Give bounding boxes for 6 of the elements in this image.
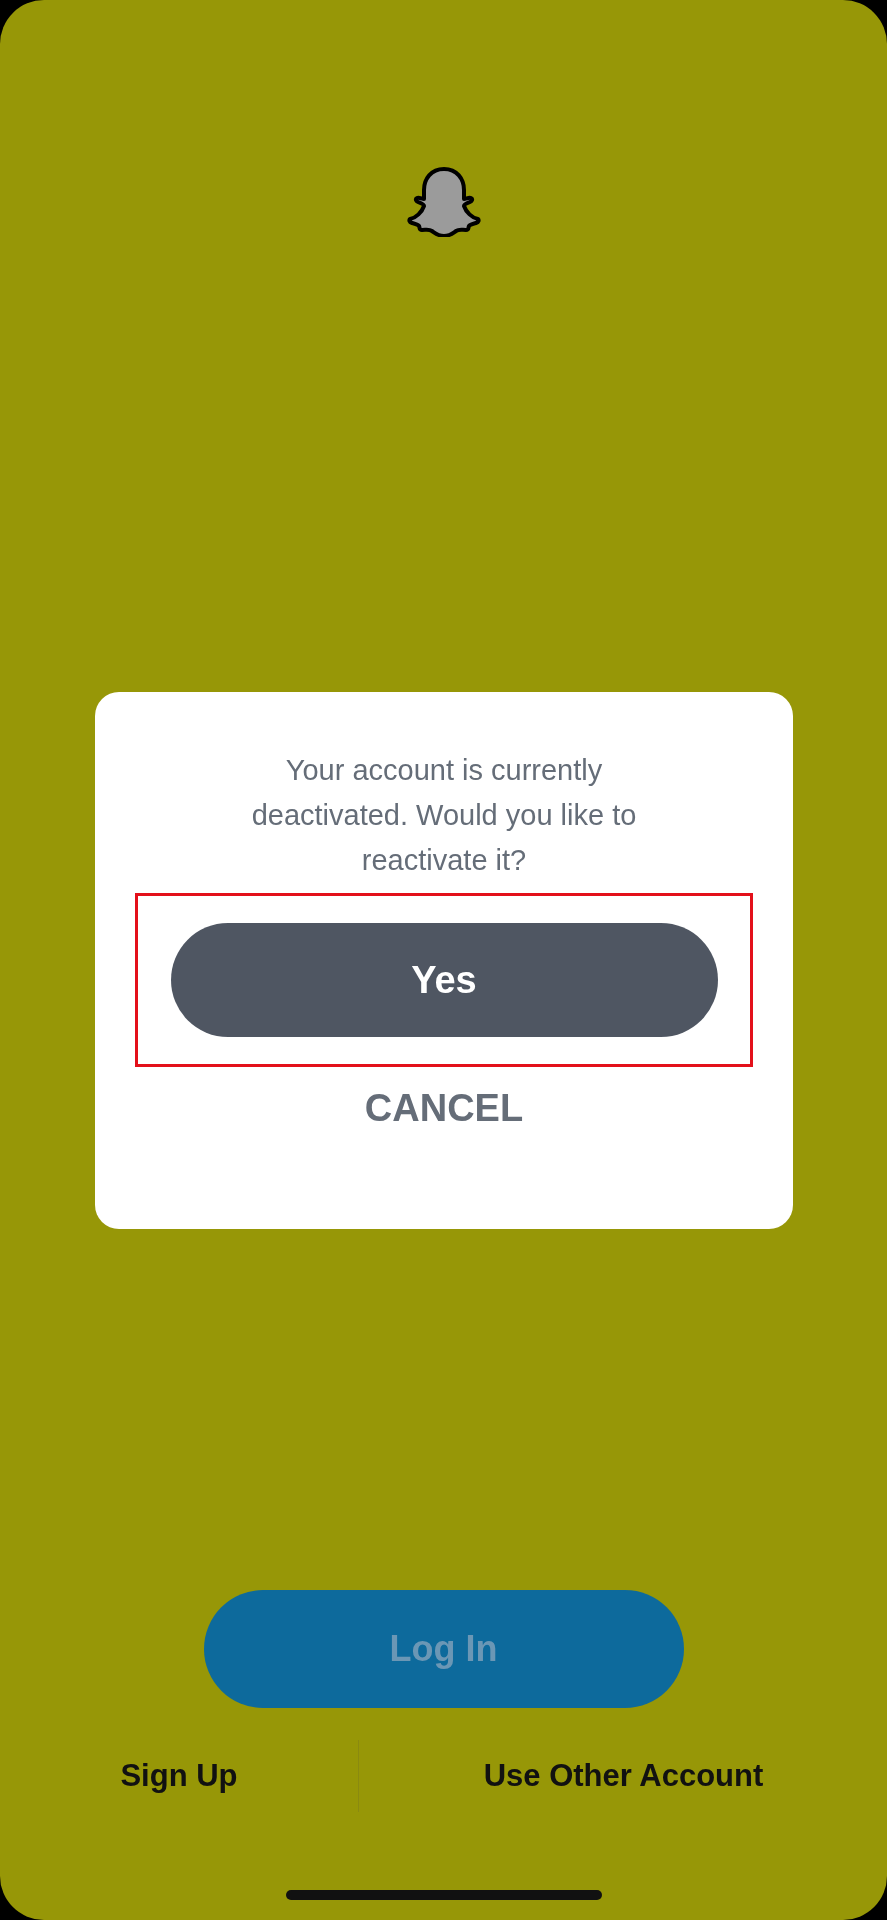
other-account-link[interactable]: Use Other Account — [483, 1758, 764, 1794]
cancel-button[interactable]: CANCEL — [356, 1083, 532, 1134]
ghost-logo-icon — [406, 165, 481, 237]
sign-up-link[interactable]: Sign Up — [120, 1758, 238, 1794]
dialog-message: Your account is currently deactivated. Would you like to reactivate it? — [250, 753, 638, 878]
yes-button[interactable]: Yes — [170, 923, 718, 1037]
